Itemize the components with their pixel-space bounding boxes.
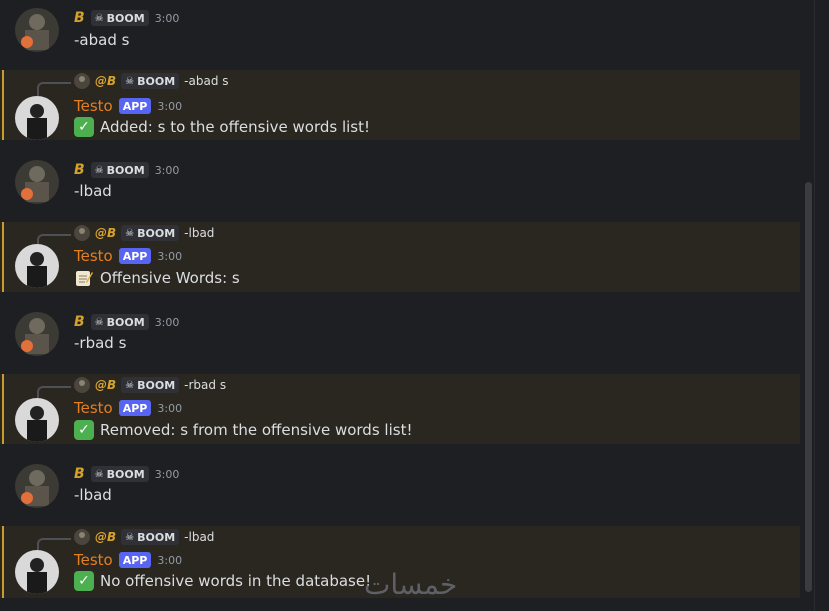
- username[interactable]: Testo: [74, 399, 113, 417]
- reply-avatar: [74, 73, 90, 89]
- reply-server-tag-label: BOOM: [137, 74, 176, 88]
- window-edge: [814, 0, 829, 611]
- server-tag[interactable]: ☠ BOOM: [90, 314, 149, 330]
- user-avatar[interactable]: [15, 8, 59, 52]
- skull-icon: ☠: [94, 12, 104, 24]
- username[interactable]: B: [74, 10, 85, 26]
- reply-text: -lbad: [184, 226, 215, 240]
- reply-avatar: [74, 529, 90, 545]
- server-tag[interactable]: ☠ BOOM: [90, 466, 149, 482]
- message-text: Added: s to the offensive words list!: [100, 118, 371, 136]
- reply-preview[interactable]: @B ☠ BOOM -abad s: [74, 73, 229, 89]
- skull-icon: ☠: [125, 531, 135, 543]
- reply-server-tag-label: BOOM: [137, 530, 176, 544]
- reply-server-tag: ☠ BOOM: [121, 529, 180, 545]
- server-tag-label: BOOM: [106, 467, 145, 481]
- timestamp[interactable]: 3:00: [155, 468, 180, 481]
- message-text: Offensive Words: s: [100, 269, 240, 287]
- server-tag[interactable]: ☠ BOOM: [90, 162, 149, 178]
- reply-preview[interactable]: @B ☠ BOOM -rbad s: [74, 377, 226, 393]
- app-badge: APP: [118, 400, 152, 416]
- server-tag[interactable]: ☠ BOOM: [90, 10, 149, 26]
- server-tag-label: BOOM: [106, 163, 145, 177]
- mention-highlight-bar: [2, 70, 4, 140]
- message-user[interactable]: B ☠ BOOM 3:00 -abad s: [0, 0, 800, 66]
- message-user[interactable]: B ☠ BOOM 3:00 -lbad: [0, 456, 800, 522]
- timestamp[interactable]: 3:00: [157, 250, 182, 263]
- reply-username[interactable]: @B: [95, 74, 116, 88]
- timestamp[interactable]: 3:00: [155, 164, 180, 177]
- skull-icon: ☠: [94, 468, 104, 480]
- message-text: -rbad s: [74, 334, 127, 352]
- message-text: -lbad: [74, 486, 112, 504]
- username[interactable]: B: [74, 466, 85, 482]
- user-avatar[interactable]: [15, 312, 59, 356]
- message-text: No offensive words in the database!: [100, 572, 372, 590]
- user-avatar[interactable]: [15, 160, 59, 204]
- bot-avatar[interactable]: [15, 550, 59, 594]
- skull-icon: ☠: [125, 227, 135, 239]
- username[interactable]: Testo: [74, 551, 113, 569]
- username[interactable]: B: [74, 162, 85, 178]
- skull-icon: ☠: [125, 75, 135, 87]
- user-avatar[interactable]: [15, 464, 59, 508]
- message-bot[interactable]: @B ☠ BOOM -abad s Testo APP 3:00 ✓ Added:…: [0, 70, 800, 140]
- reply-connector: [37, 82, 71, 96]
- watermark: خمسات: [364, 568, 458, 601]
- reply-username[interactable]: @B: [95, 226, 116, 240]
- reply-text: -lbad: [184, 530, 215, 544]
- memo-icon: [74, 268, 94, 288]
- bot-avatar[interactable]: [15, 244, 59, 288]
- reply-server-tag: ☠ BOOM: [121, 377, 180, 393]
- check-mark-icon: ✓: [74, 420, 94, 440]
- timestamp[interactable]: 3:00: [157, 554, 182, 567]
- message-bot[interactable]: @B ☠ BOOM -lbad Testo APP 3:00 Offensive …: [0, 222, 800, 292]
- app-badge: APP: [118, 248, 152, 264]
- bot-avatar[interactable]: [15, 398, 59, 442]
- timestamp[interactable]: 3:00: [155, 12, 180, 25]
- timestamp[interactable]: 3:00: [155, 316, 180, 329]
- reply-server-tag-label: BOOM: [137, 226, 176, 240]
- reply-preview[interactable]: @B ☠ BOOM -lbad: [74, 225, 214, 241]
- message-text: -abad s: [74, 31, 130, 49]
- message-bot[interactable]: @B ☠ BOOM -rbad s Testo APP 3:00 ✓ Remove…: [0, 374, 800, 444]
- username[interactable]: Testo: [74, 247, 113, 265]
- reply-avatar: [74, 225, 90, 241]
- skull-icon: ☠: [94, 164, 104, 176]
- message-user[interactable]: B ☠ BOOM 3:00 -lbad: [0, 152, 800, 218]
- reply-text: -abad s: [184, 74, 229, 88]
- mention-highlight-bar: [2, 222, 4, 292]
- message-text: Removed: s from the offensive words list…: [100, 421, 413, 439]
- app-badge: APP: [118, 98, 152, 114]
- mention-highlight-bar: [2, 374, 4, 444]
- username[interactable]: Testo: [74, 97, 113, 115]
- reply-server-tag: ☠ BOOM: [121, 73, 180, 89]
- reply-server-tag-label: BOOM: [137, 378, 176, 392]
- mention-highlight-bar: [2, 526, 4, 598]
- chat-log: B ☠ BOOM 3:00 -abad s @B ☠ BOOM -abad s Te…: [0, 0, 804, 611]
- reply-preview[interactable]: @B ☠ BOOM -lbad: [74, 529, 214, 545]
- timestamp[interactable]: 3:00: [157, 100, 182, 113]
- server-tag-label: BOOM: [106, 315, 145, 329]
- skull-icon: ☠: [94, 316, 104, 328]
- server-tag-label: BOOM: [106, 11, 145, 25]
- message-text: -lbad: [74, 182, 112, 200]
- reply-server-tag: ☠ BOOM: [121, 225, 180, 241]
- reply-text: -rbad s: [184, 378, 227, 392]
- timestamp[interactable]: 3:00: [157, 402, 182, 415]
- message-user[interactable]: B ☠ BOOM 3:00 -rbad s: [0, 304, 800, 370]
- username[interactable]: B: [74, 314, 85, 330]
- scrollbar-thumb[interactable]: [805, 182, 812, 592]
- skull-icon: ☠: [125, 379, 135, 391]
- check-mark-icon: ✓: [74, 117, 94, 137]
- bot-avatar[interactable]: [15, 96, 59, 140]
- check-mark-icon: ✓: [74, 571, 94, 591]
- app-badge: APP: [118, 552, 152, 568]
- reply-avatar: [74, 377, 90, 393]
- reply-username[interactable]: @B: [95, 530, 116, 544]
- reply-username[interactable]: @B: [95, 378, 116, 392]
